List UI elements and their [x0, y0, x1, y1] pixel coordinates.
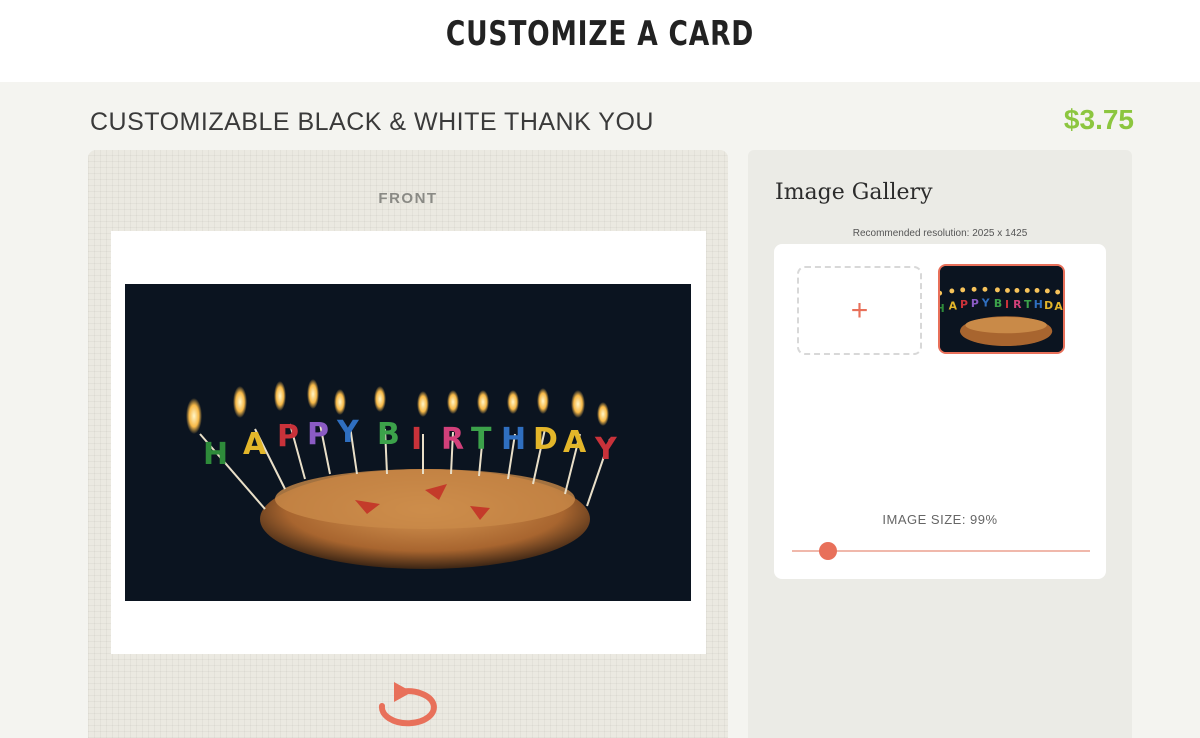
resolution-hint: Recommended resolution: 2025 x 1425 [852, 228, 1028, 239]
product-price: $3.75 [1063, 104, 1134, 135]
svg-text:I: I [411, 422, 422, 457]
svg-text:Y: Y [594, 432, 618, 467]
top-bar: CUSTOMIZE A CARD [0, 0, 1200, 82]
birthday-cake-photo: H A P P Y B I R T H D A Y [125, 284, 691, 601]
card-image[interactable]: H A P P Y B I R T H D A Y [125, 284, 691, 601]
svg-text:B: B [377, 417, 400, 452]
svg-text:D: D [533, 422, 558, 457]
svg-text:P: P [960, 298, 968, 311]
gallery-title: Image Gallery [775, 180, 933, 205]
svg-text:I: I [1005, 298, 1009, 311]
page-title: CUSTOMIZE A CARD [445, 14, 755, 54]
image-size-label: IMAGE SIZE: 99% [882, 512, 998, 527]
svg-text:R: R [1013, 298, 1022, 311]
svg-text:H: H [501, 422, 526, 457]
add-image-button[interactable]: + [797, 266, 922, 355]
svg-text:H: H [940, 302, 945, 315]
svg-text:A: A [949, 299, 958, 312]
image-size-slider-handle[interactable] [818, 542, 837, 560]
svg-text:H: H [1034, 298, 1043, 311]
svg-text:R: R [441, 422, 464, 457]
svg-text:T: T [471, 422, 492, 457]
svg-text:T: T [1024, 298, 1032, 311]
product-title: CUSTOMIZABLE BLACK & WHITE THANK YOU [90, 108, 654, 136]
svg-text:B: B [994, 297, 1002, 310]
flip-card-button[interactable] [370, 680, 446, 730]
svg-text:H: H [203, 437, 228, 472]
rotate-icon [378, 682, 437, 727]
svg-text:P: P [971, 297, 979, 310]
svg-text:P: P [277, 419, 299, 454]
svg-text:A: A [1054, 300, 1063, 313]
svg-text:P: P [307, 417, 329, 452]
plus-icon: + [850, 293, 869, 327]
svg-text:A: A [563, 425, 587, 460]
birthday-cake-thumbnail: H A P P Y B I R T H D A Y [940, 266, 1063, 352]
svg-text:Y: Y [981, 297, 990, 310]
svg-text:D: D [1044, 299, 1053, 312]
card-side-label: FRONT [378, 190, 438, 207]
gallery-thumbnail-selected[interactable]: H A P P Y B I R T H D A Y [938, 264, 1065, 354]
svg-text:Y: Y [336, 415, 360, 450]
svg-text:A: A [243, 427, 267, 462]
